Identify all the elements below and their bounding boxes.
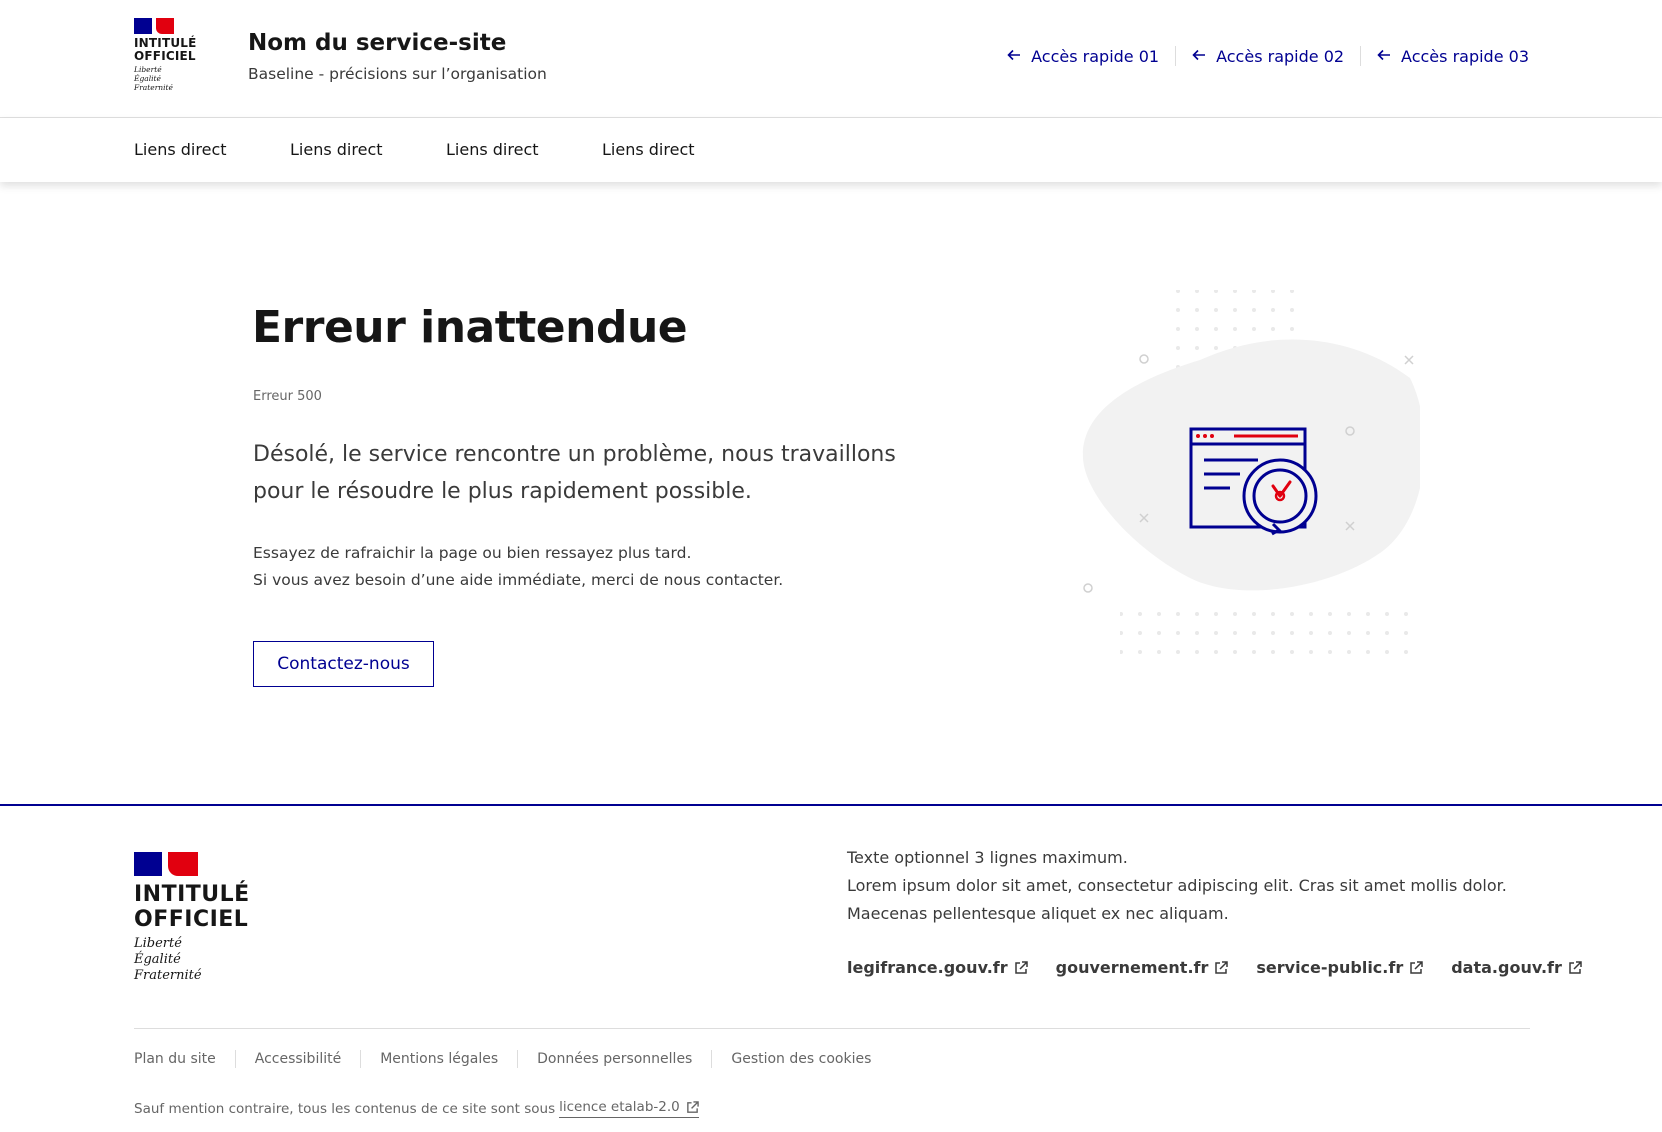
footer-link-label: legifrance.gouv.fr xyxy=(847,958,1008,977)
arrow-left-icon xyxy=(1377,47,1391,65)
motto-fraternite: Fraternité xyxy=(134,83,173,92)
license-text: Sauf mention contraire, tous les contenu… xyxy=(134,1100,556,1117)
divider xyxy=(1175,46,1177,66)
footer-link-gouvernement[interactable]: gouvernement.fr xyxy=(1056,958,1229,977)
footer-desc-line-3: Maecenas pellentesque aliquet ex nec ali… xyxy=(847,904,1229,923)
divider xyxy=(1360,46,1362,66)
footer-link-gestion-cookies[interactable]: Gestion des cookies xyxy=(731,1051,871,1067)
footer-bottom-links: Plan du site Accessibilité Mentions léga… xyxy=(134,1050,871,1068)
quick-link-label: Accès rapide 03 xyxy=(1401,46,1529,66)
quick-link-03[interactable]: Accès rapide 03 xyxy=(1377,47,1529,66)
logo-line1: INTITULÉ xyxy=(134,882,250,907)
nav-item-1[interactable]: Liens direct xyxy=(134,140,227,159)
error-code: Erreur 500 xyxy=(253,389,322,404)
external-link-icon xyxy=(1014,960,1028,975)
external-link-icon xyxy=(686,1100,699,1114)
nav-item-4[interactable]: Liens direct xyxy=(602,140,695,159)
motto-egalite: Égalité xyxy=(134,74,161,83)
logo-line2: OFFICIEL xyxy=(134,49,196,63)
footer: INTITULÉ OFFICIEL Liberté Égalité Frater… xyxy=(0,804,1662,1132)
divider xyxy=(711,1050,713,1068)
arrow-left-icon xyxy=(1192,47,1206,65)
divider xyxy=(517,1050,519,1068)
quick-link-label: Accès rapide 01 xyxy=(1031,46,1160,66)
header: INTITULÉ OFFICIEL Liberté Égalité Frater… xyxy=(0,0,1662,118)
main-navigation: Liens direct Liens direct Liens direct L… xyxy=(0,118,1662,182)
divider xyxy=(234,1050,236,1068)
help-line-1: Essayez de rafraichir la page ou bien re… xyxy=(253,544,692,562)
marianne-flag-icon xyxy=(134,852,198,876)
footer-desc-line-1: Texte optionnel 3 lignes maximum. xyxy=(847,848,1128,867)
divider xyxy=(134,1028,1530,1029)
footer-external-links: legifrance.gouv.fr gouvernement.fr servi… xyxy=(847,958,1610,977)
footer-description: Texte optionnel 3 lignes maximum. Lorem … xyxy=(847,844,1547,928)
license-notice: Sauf mention contraire, tous les contenu… xyxy=(134,1099,699,1118)
footer-link-mentions-legales[interactable]: Mentions légales xyxy=(380,1051,498,1067)
arrow-left-icon xyxy=(1007,47,1021,65)
service-baseline: Baseline - précisions sur l’organisation xyxy=(248,65,547,83)
service-title[interactable]: Nom du service-site xyxy=(248,30,506,56)
footer-marianne-logo[interactable]: INTITULÉ OFFICIEL Liberté Égalité Frater… xyxy=(134,852,250,984)
error-lead-text: Désolé, le service rencontre un problème… xyxy=(253,436,933,510)
divider xyxy=(360,1050,362,1068)
logo-line2: OFFICIEL xyxy=(134,907,249,932)
footer-link-label: gouvernement.fr xyxy=(1055,958,1209,977)
footer-link-accessibilite[interactable]: Accessibilité xyxy=(255,1051,341,1067)
footer-link-data-gouv[interactable]: data.gouv.fr xyxy=(1451,958,1582,977)
footer-link-label: service-public.fr xyxy=(1256,958,1404,977)
quick-link-01[interactable]: Accès rapide 01 xyxy=(1007,47,1159,66)
marianne-logo[interactable]: INTITULÉ OFFICIEL Liberté Égalité Frater… xyxy=(134,18,204,92)
nav-item-2[interactable]: Liens direct xyxy=(290,140,383,159)
lead-line-2: pour le résoudre le plus rapidement poss… xyxy=(253,479,752,504)
nav-item-3[interactable]: Liens direct xyxy=(446,140,539,159)
error-help-text: Essayez de rafraichir la page ou bien re… xyxy=(253,540,783,594)
footer-desc-line-2: Lorem ipsum dolor sit amet, consectetur … xyxy=(847,876,1507,895)
lead-line-1: Désolé, le service rencontre un problème… xyxy=(253,442,896,467)
footer-link-service-public[interactable]: service-public.fr xyxy=(1256,958,1423,977)
external-link-icon xyxy=(1214,960,1229,975)
contact-button[interactable]: Contactez-nous xyxy=(253,641,434,687)
license-link[interactable]: licence etalab-2.0 xyxy=(559,1099,699,1118)
footer-link-plan-du-site[interactable]: Plan du site xyxy=(134,1051,216,1067)
license-link-label: licence etalab-2.0 xyxy=(559,1099,680,1115)
external-link-icon xyxy=(1409,960,1423,975)
motto-liberte: Liberté xyxy=(134,936,182,951)
page-title: Erreur inattendue xyxy=(252,302,688,353)
footer-link-donnees-personnelles[interactable]: Données personnelles xyxy=(537,1051,692,1067)
quick-access-links: Accès rapide 01 Accès rapide 02 Accès ra… xyxy=(1007,46,1529,66)
motto-fraternite: Fraternité xyxy=(134,968,202,983)
quick-link-label: Accès rapide 02 xyxy=(1216,46,1345,66)
quick-link-02[interactable]: Accès rapide 02 xyxy=(1192,47,1344,66)
motto-egalite: Égalité xyxy=(134,952,181,967)
marianne-flag-icon xyxy=(134,18,174,34)
motto-liberte: Liberté xyxy=(134,65,162,74)
help-line-2: Si vous avez besoin d’une aide immédiate… xyxy=(253,571,784,589)
footer-link-legifrance[interactable]: legifrance.gouv.fr xyxy=(847,958,1028,977)
browser-timer-error-icon xyxy=(1080,288,1425,668)
external-link-icon xyxy=(1568,960,1582,975)
footer-link-label: data.gouv.fr xyxy=(1451,958,1562,977)
